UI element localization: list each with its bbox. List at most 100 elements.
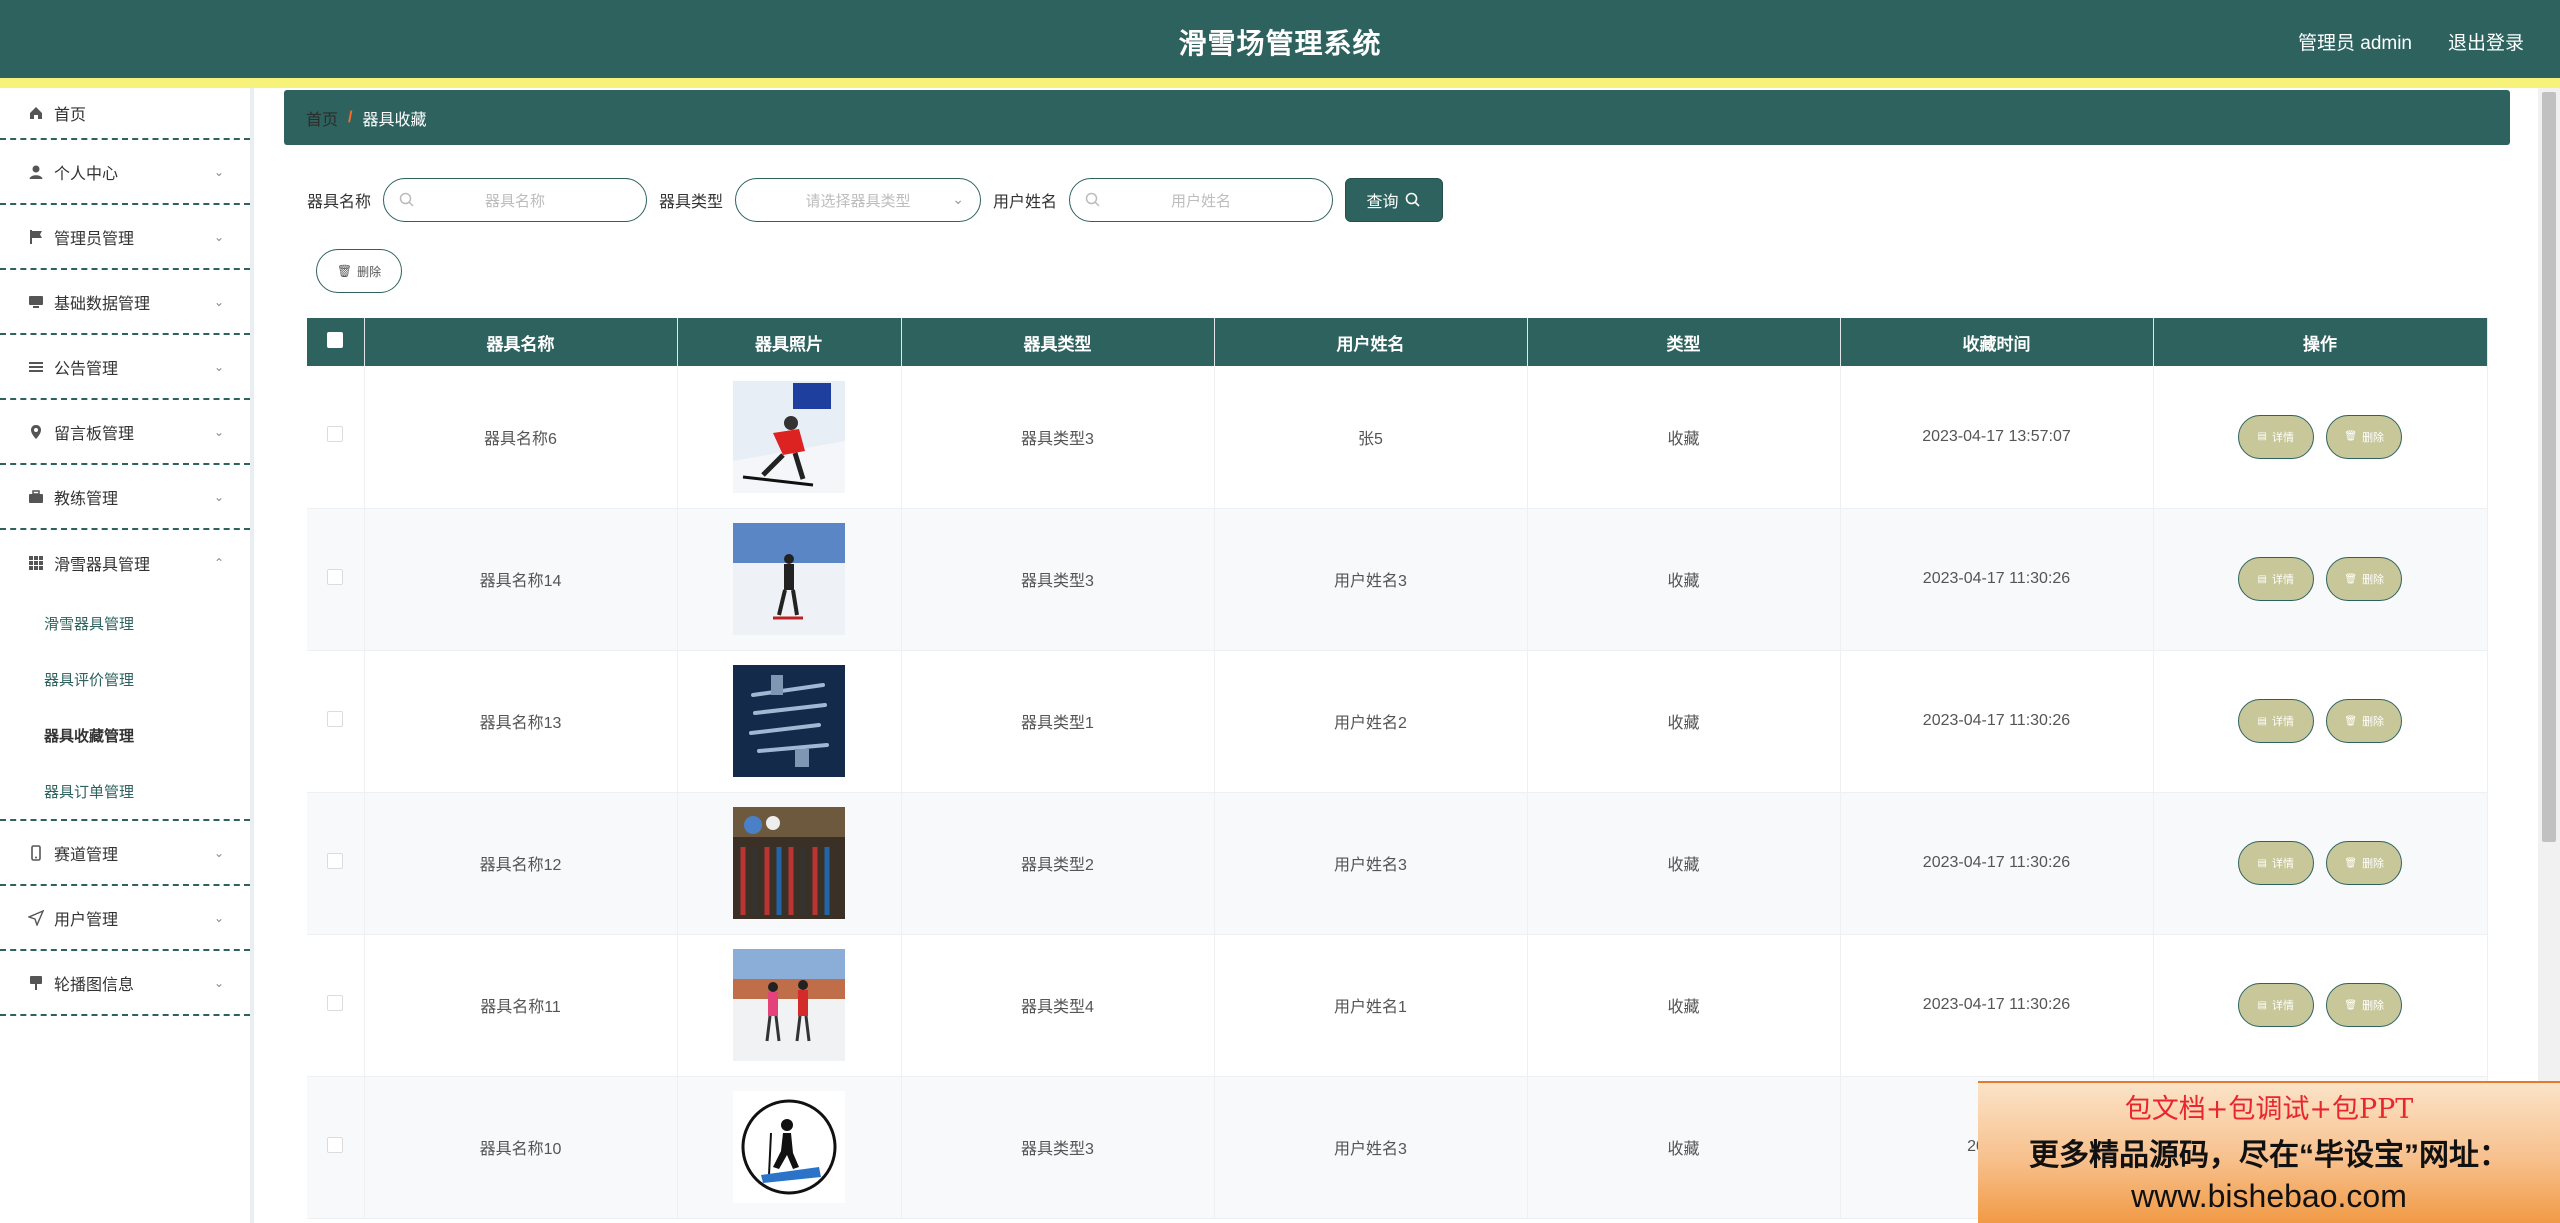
list-icon bbox=[28, 359, 44, 375]
submenu-item-reviews[interactable]: 器具评价管理 bbox=[0, 651, 250, 707]
sidebar-item-message-board[interactable]: 留言板管理 ⌄ bbox=[0, 400, 250, 465]
sidebar-item-coach[interactable]: 教练管理 ⌄ bbox=[0, 465, 250, 530]
sidebar-item-admin[interactable]: 管理员管理 ⌄ bbox=[0, 205, 250, 270]
cell-actions: ▤ 详情 🗑 删除 bbox=[2153, 792, 2488, 935]
delete-button[interactable]: 🗑 删除 bbox=[2326, 983, 2403, 1027]
detail-button[interactable]: ▤ 详情 bbox=[2237, 699, 2314, 743]
chevron-down-icon: ⌄ bbox=[213, 294, 224, 309]
phone-icon bbox=[28, 844, 44, 861]
cell-photo bbox=[677, 366, 902, 509]
sidebar-item-track[interactable]: 赛道管理 ⌄ bbox=[0, 821, 250, 886]
chevron-down-icon: ⌄ bbox=[213, 975, 224, 990]
table-row: 器具名称12 器具类型2 用户姓名3 收藏 2023-04-17 11:30:2… bbox=[307, 792, 2488, 935]
submenu-item-favorites[interactable]: 器具收藏管理 bbox=[0, 707, 250, 763]
trash-icon: 🗑 bbox=[2344, 431, 2358, 443]
equipment-photo-ski-logo[interactable] bbox=[733, 1091, 845, 1203]
sidebar-item-users[interactable]: 用户管理 ⌄ bbox=[0, 886, 250, 951]
cell-user: 用户姓名3 bbox=[1214, 1076, 1528, 1219]
equipment-name-input[interactable]: 器具名称 bbox=[383, 178, 648, 222]
document-icon: ▤ bbox=[2257, 573, 2267, 585]
col-header-actions: 操作 bbox=[2153, 318, 2488, 366]
query-button[interactable]: 查询 bbox=[1345, 178, 1444, 222]
sidebar-item-basic-data[interactable]: 基础数据管理 ⌄ bbox=[0, 270, 250, 335]
flag-icon bbox=[28, 229, 44, 245]
sidebar-item-home[interactable]: 首页 bbox=[0, 88, 250, 140]
equipment-photo-skier-race[interactable] bbox=[733, 380, 845, 493]
equipment-photo-ski-rack[interactable] bbox=[733, 807, 845, 919]
detail-button[interactable]: ▤ 详情 bbox=[2237, 414, 2314, 459]
col-header-time: 收藏时间 bbox=[1840, 318, 2154, 366]
row-checkbox[interactable] bbox=[327, 994, 344, 1011]
sidebar-item-label: 滑雪器具管理 bbox=[54, 556, 151, 574]
row-select-cell bbox=[307, 934, 365, 1077]
row-checkbox[interactable] bbox=[327, 1136, 344, 1153]
sidebar-item-carousel[interactable]: 轮播图信息 ⌄ bbox=[0, 951, 250, 1016]
detail-button[interactable]: ▤ 详情 bbox=[2237, 983, 2314, 1027]
detail-label: 详情 bbox=[2271, 858, 2294, 870]
equipment-name-placeholder: 器具名称 bbox=[485, 192, 546, 210]
trash-icon: 🗑 bbox=[2344, 857, 2358, 869]
trash-icon: 🗑 bbox=[2344, 999, 2358, 1011]
equipment-type-select[interactable]: 请选择器具类型 ⌄ bbox=[735, 178, 982, 222]
cell-time: 2023-04-17 11:30:26 bbox=[1840, 508, 2154, 651]
cell-photo bbox=[677, 934, 902, 1077]
top-header: 滑雪场管理系统 管理员 admin 退出登录 bbox=[0, 0, 2560, 78]
delete-button[interactable]: 🗑 删除 bbox=[2326, 841, 2403, 885]
user-icon bbox=[28, 164, 44, 180]
table-row: 器具名称6 器具类型3 张5 收藏 2023-04-17 13:57:07 ▤ 详… bbox=[307, 366, 2488, 509]
detail-button[interactable]: ▤ 详情 bbox=[2237, 841, 2314, 885]
row-select-cell bbox=[307, 792, 365, 935]
cell-time: 2023-04-17 11:30:26 bbox=[1840, 792, 2154, 935]
delete-button[interactable]: 🗑 删除 bbox=[2326, 699, 2403, 743]
breadcrumb-home[interactable]: 首页 bbox=[306, 106, 338, 130]
table-row: 器具名称11 器具类型4 用户姓名1 收藏 2023-04-17 11:30:2… bbox=[307, 934, 2488, 1077]
cell-type: 器具类型3 bbox=[901, 1076, 1215, 1219]
sidebar-item-label: 轮播图信息 bbox=[54, 976, 135, 994]
bulk-delete-label: 删除 bbox=[357, 264, 382, 279]
cell-kind: 收藏 bbox=[1527, 1076, 1841, 1219]
cell-kind: 收藏 bbox=[1527, 366, 1841, 509]
promo-line-2: 更多精品源码，尽在“毕设宝”网址： bbox=[2029, 1139, 2509, 1172]
user-name-label: 用户姓名 bbox=[993, 194, 1058, 211]
promo-url: www.bishebao.com bbox=[2131, 1178, 2407, 1214]
cell-user: 用户姓名3 bbox=[1214, 508, 1528, 651]
submenu-item-orders[interactable]: 器具订单管理 bbox=[0, 763, 250, 819]
logout-link[interactable]: 退出登录 bbox=[2448, 28, 2524, 55]
equipment-type-placeholder: 请选择器具类型 bbox=[805, 192, 911, 210]
equipment-photo-skier-slope[interactable] bbox=[733, 523, 845, 635]
grid-icon bbox=[28, 555, 44, 571]
user-name-input[interactable]: 用户姓名 bbox=[1069, 178, 1334, 222]
trash-icon: 🗑 bbox=[2344, 573, 2358, 585]
delete-button[interactable]: 🗑 删除 bbox=[2326, 557, 2403, 601]
search-icon bbox=[399, 192, 414, 207]
detail-button[interactable]: ▤ 详情 bbox=[2237, 557, 2314, 601]
row-checkbox[interactable] bbox=[327, 710, 344, 727]
cell-user: 用户姓名2 bbox=[1214, 650, 1528, 793]
detail-label: 详情 bbox=[2271, 431, 2294, 444]
sidebar-item-ski-equipment[interactable]: 滑雪器具管理 ⌃ bbox=[0, 530, 250, 595]
row-checkbox[interactable] bbox=[327, 852, 344, 869]
equipment-photo-skiers-pair[interactable] bbox=[733, 949, 845, 1061]
document-icon: ▤ bbox=[2257, 431, 2267, 443]
page-scrollbar[interactable] bbox=[2538, 88, 2560, 1223]
select-all-checkbox[interactable] bbox=[327, 331, 344, 348]
sidebar-item-personal[interactable]: 个人中心 ⌄ bbox=[0, 140, 250, 205]
bulk-delete-button[interactable]: 🗑 删除 bbox=[316, 249, 402, 293]
sidebar-item-notice[interactable]: 公告管理 ⌄ bbox=[0, 335, 250, 400]
row-checkbox[interactable] bbox=[327, 426, 344, 443]
table-header-row: 器具名称 器具照片 器具类型 用户姓名 类型 收藏时间 操作 bbox=[307, 318, 2488, 366]
user-name-placeholder: 用户姓名 bbox=[1171, 192, 1232, 210]
row-checkbox[interactable] bbox=[327, 568, 344, 585]
delete-label: 删除 bbox=[2362, 574, 2385, 586]
app-title: 滑雪场管理系统 bbox=[1178, 28, 1382, 59]
submenu-item-equipment[interactable]: 滑雪器具管理 bbox=[0, 595, 250, 651]
scrollbar-thumb[interactable] bbox=[2542, 92, 2556, 842]
delete-button[interactable]: 🗑 删除 bbox=[2326, 414, 2403, 459]
chevron-down-icon: ⌄ bbox=[213, 359, 224, 374]
document-icon: ▤ bbox=[2257, 999, 2267, 1011]
col-header-kind: 类型 bbox=[1527, 318, 1841, 366]
equipment-photo-ski-gear[interactable] bbox=[733, 665, 845, 777]
cell-kind: 收藏 bbox=[1527, 650, 1841, 793]
document-icon: ▤ bbox=[2257, 857, 2267, 869]
cell-name: 器具名称10 bbox=[364, 1076, 678, 1219]
